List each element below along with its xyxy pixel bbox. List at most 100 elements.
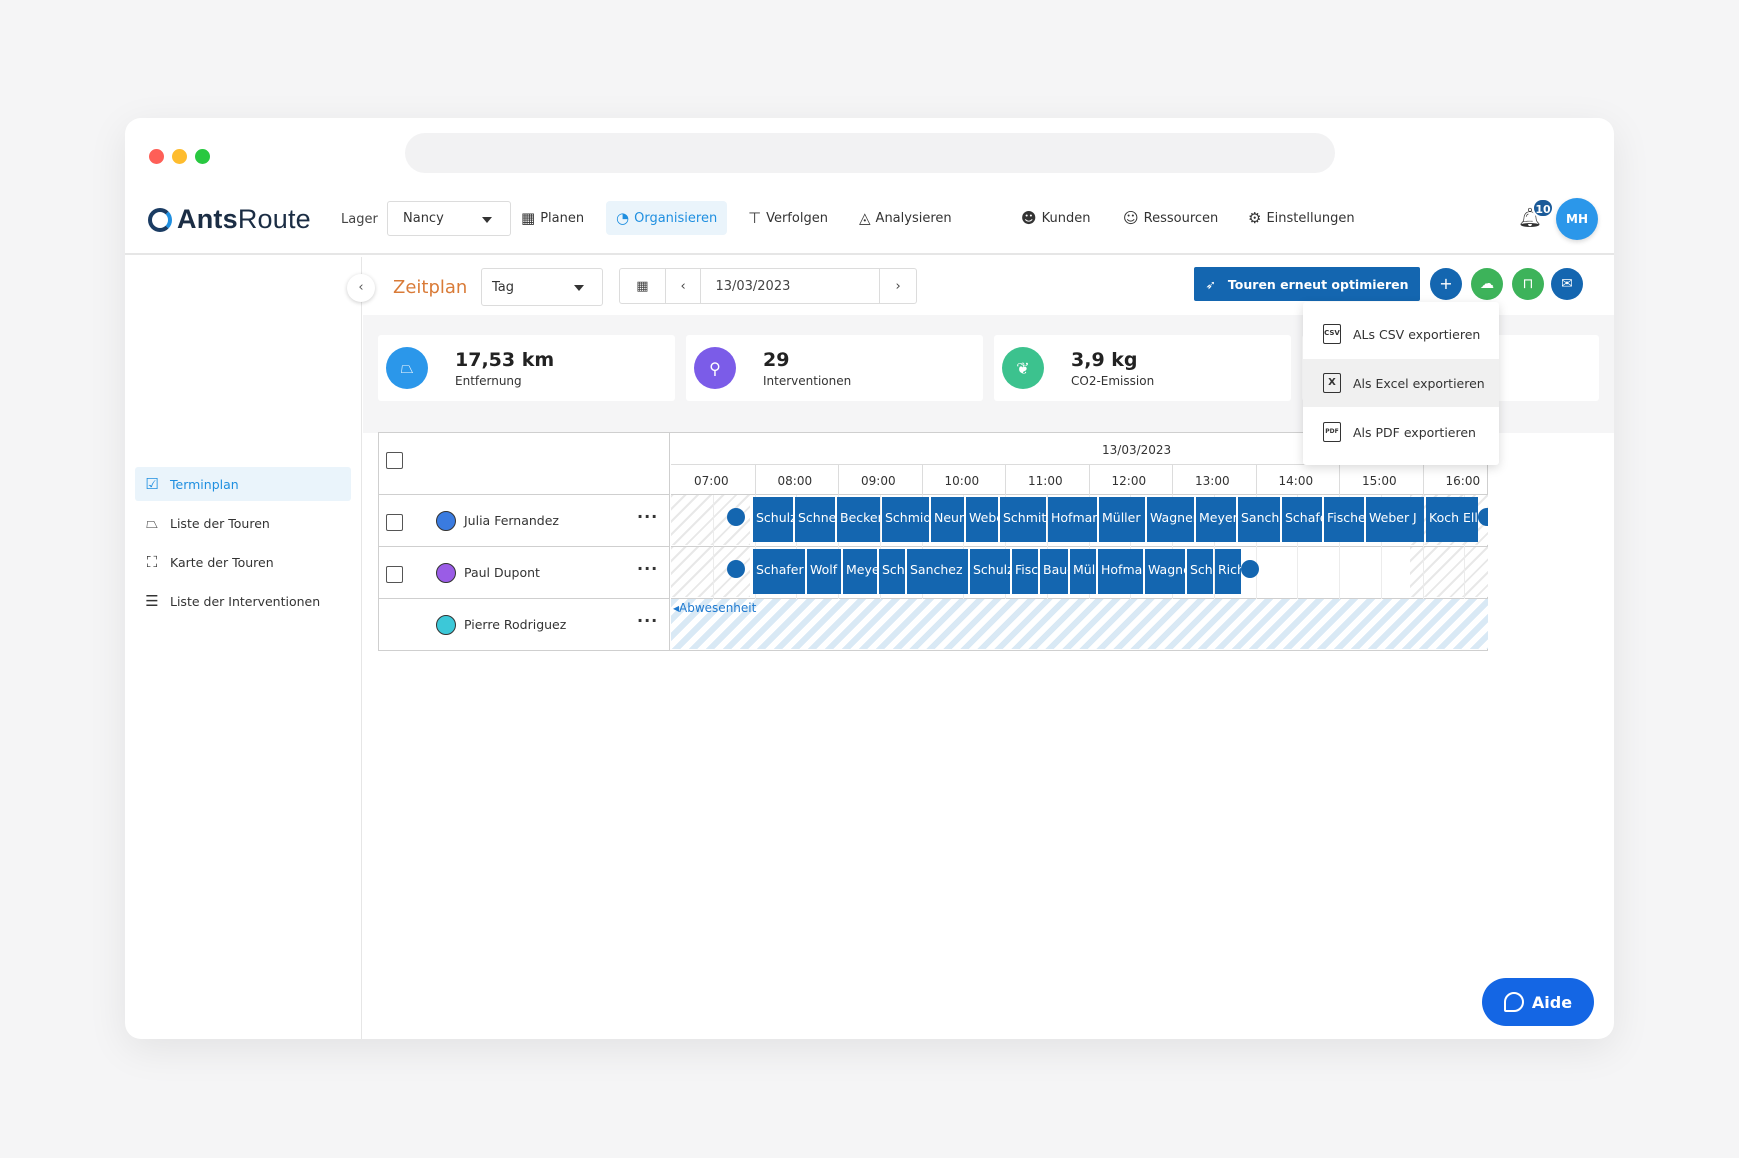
- chart-icon: ◬: [859, 209, 871, 227]
- intervention-block[interactable]: Schafer: [1282, 497, 1322, 542]
- intervention-block[interactable]: Weber J: [1366, 497, 1424, 542]
- intervention-block[interactable]: Meyer: [843, 549, 877, 594]
- calendar-picker-button[interactable]: ▦: [620, 269, 666, 303]
- date-input[interactable]: 13/03/2023: [701, 269, 881, 303]
- calendar-check-icon: ☑: [145, 475, 159, 493]
- view-select-value: Tag: [492, 280, 515, 295]
- row-divider: [671, 598, 1488, 599]
- add-button[interactable]: +: [1430, 268, 1462, 300]
- cloud-export-button[interactable]: ☁: [1471, 268, 1503, 300]
- stat-card-distance: ⏢ 17,53 km Entfernung: [378, 335, 675, 401]
- close-window-button[interactable]: [149, 149, 164, 164]
- export-excel-item[interactable]: X Als Excel exportieren: [1303, 359, 1499, 407]
- address-bar[interactable]: [405, 133, 1335, 173]
- intervention-block[interactable]: Fischer: [1324, 497, 1364, 542]
- intervention-block[interactable]: Schmitt: [1000, 497, 1046, 542]
- collapse-sidebar-button[interactable]: ‹: [347, 274, 375, 302]
- intervention-block[interactable]: Schulz: [753, 497, 793, 542]
- hour-label: 07:00: [694, 474, 729, 488]
- header-divider: [671, 494, 1488, 495]
- avatar[interactable]: MH: [1556, 198, 1598, 240]
- intervention-block[interactable]: Richter: [1215, 549, 1241, 594]
- intervention-block[interactable]: Schmidt: [882, 497, 929, 542]
- nav-organisieren[interactable]: ◔ Organisieren: [606, 201, 728, 235]
- intervention-block[interactable]: Schneider: [795, 497, 835, 542]
- intervention-block[interactable]: Schmidt: [879, 549, 905, 594]
- nav-label: Verfolgen: [766, 210, 828, 226]
- sidebar-item-karte-der-touren[interactable]: ⛶ Karte der Touren: [135, 545, 351, 579]
- intervention-block[interactable]: Schafer: [753, 549, 805, 594]
- resource-checkbox[interactable]: [386, 514, 403, 531]
- nav-ressourcen[interactable]: ☺ Ressourcen: [1113, 201, 1228, 235]
- intervention-block[interactable]: Schulz: [1187, 549, 1213, 594]
- intervention-block[interactable]: Wolf: [807, 549, 841, 594]
- intervention-block[interactable]: Wagner: [1145, 549, 1185, 594]
- intervention-block[interactable]: Schulz: [970, 549, 1010, 594]
- nav-label: Planen: [540, 210, 585, 226]
- intervention-block[interactable]: Weber: [966, 497, 998, 542]
- export-csv-item[interactable]: CSV ALs CSV exportieren: [1303, 310, 1499, 358]
- intervention-block[interactable]: Bauer: [1040, 549, 1068, 594]
- nav-analysieren[interactable]: ◬ Analysieren: [849, 201, 962, 235]
- more-options-icon[interactable]: ···: [637, 611, 658, 630]
- nav-einstellungen[interactable]: ⚙ Einstellungen: [1238, 201, 1365, 235]
- row-divider: [671, 546, 1488, 547]
- nav-label: Organisieren: [634, 210, 718, 226]
- resource-name: Julia Fernandez: [464, 513, 559, 528]
- rocket-icon: ➶: [1205, 276, 1216, 292]
- group-icon: ☻: [1021, 209, 1037, 227]
- menu-item-label: Als Excel exportieren: [1353, 375, 1485, 391]
- email-button[interactable]: ✉: [1551, 268, 1583, 300]
- nav-label: Kunden: [1041, 210, 1091, 226]
- nav-planen[interactable]: ▦ Planen: [511, 201, 594, 235]
- optimize-tours-button[interactable]: ➶ Touren erneut optimieren: [1194, 267, 1420, 301]
- help-label: Aide: [1531, 992, 1573, 1012]
- intervention-block[interactable]: Neumann: [931, 497, 964, 542]
- intervention-block[interactable]: Hofmann: [1098, 549, 1143, 594]
- view-select[interactable]: Tag: [481, 268, 603, 306]
- stat-card-interventions: ⚲ 29 Interventionen: [686, 335, 983, 401]
- menu-item-label: Als PDF exportieren: [1353, 424, 1476, 440]
- mail-icon: ✉: [1561, 276, 1573, 292]
- export-pdf-item[interactable]: PDF Als PDF exportieren: [1303, 408, 1499, 456]
- maximize-window-button[interactable]: [195, 149, 210, 164]
- sidebar-item-terminplan[interactable]: ☑ Terminplan: [135, 467, 351, 501]
- resource-color-dot: [436, 511, 456, 531]
- intervention-block[interactable]: Fischer: [1012, 549, 1038, 594]
- intervention-block[interactable]: Müller: [1070, 549, 1096, 594]
- route-endpoint-marker: [1241, 560, 1259, 578]
- minimize-window-button[interactable]: [172, 149, 187, 164]
- stat-value: 29: [763, 348, 790, 371]
- export-dropdown: CSV ALs CSV exportieren X Als Excel expo…: [1303, 302, 1499, 465]
- checklist-icon: ☰: [145, 592, 159, 610]
- nav-verfolgen[interactable]: ⊤ Verfolgen: [738, 201, 838, 235]
- intervention-block[interactable]: Müller: [1099, 497, 1145, 542]
- previous-day-button[interactable]: ‹: [666, 269, 702, 303]
- lager-label: Lager: [341, 212, 378, 227]
- intervention-block[interactable]: Meyer: [1196, 497, 1236, 542]
- more-options-icon[interactable]: ···: [637, 507, 658, 526]
- intervention-block[interactable]: Sanchez: [1238, 497, 1280, 542]
- resource-checkbox[interactable]: [386, 566, 403, 583]
- sidebar-item-liste-der-touren[interactable]: ⏢ Liste der Touren: [135, 506, 351, 540]
- intervention-block[interactable]: Koch Elli: [1426, 497, 1478, 542]
- csv-file-icon: CSV: [1323, 324, 1341, 344]
- lager-select[interactable]: Nancy: [387, 201, 511, 236]
- lock-button[interactable]: ⊓: [1512, 268, 1544, 300]
- intervention-block[interactable]: Hofmann: [1048, 497, 1097, 542]
- app-logo[interactable]: AntsRoute: [148, 204, 311, 235]
- intervention-block[interactable]: Wagner: [1147, 497, 1194, 542]
- sidebar-item-liste-der-interventionen[interactable]: ☰ Liste der Interventionen: [135, 584, 351, 618]
- intervention-block[interactable]: Sanchez: [907, 549, 968, 594]
- more-options-icon[interactable]: ···: [637, 559, 658, 578]
- resource-name: Pierre Rodriguez: [464, 617, 567, 632]
- next-day-button[interactable]: ›: [880, 269, 916, 303]
- select-all-checkbox[interactable]: [386, 452, 403, 469]
- intervention-block[interactable]: Becker: [837, 497, 880, 542]
- dashboard-icon: ◔: [616, 209, 630, 227]
- help-button[interactable]: Aide: [1482, 978, 1594, 1026]
- sidebar-item-label: Karte der Touren: [170, 554, 274, 570]
- resource-color-dot: [436, 615, 456, 635]
- nav-kunden[interactable]: ☻ Kunden: [1011, 201, 1101, 235]
- hour-label: 09:00: [861, 474, 896, 488]
